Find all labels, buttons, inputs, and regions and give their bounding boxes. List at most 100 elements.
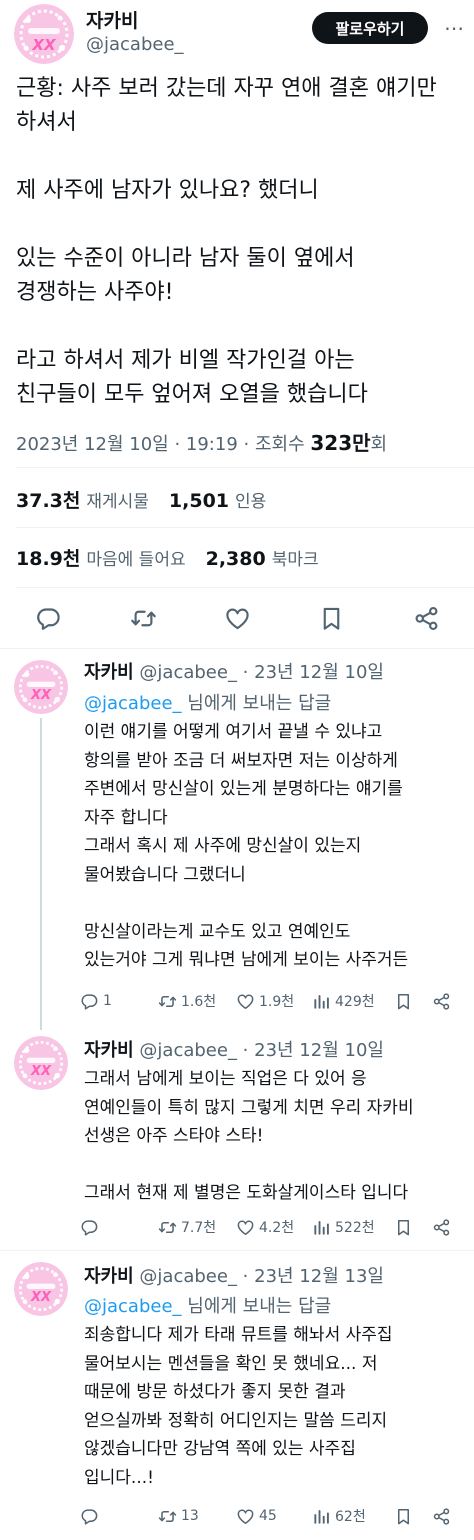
- views-button[interactable]: 522천: [312, 1217, 394, 1237]
- share-icon[interactable]: [432, 1507, 458, 1526]
- views-icon: [312, 1218, 331, 1237]
- bookmarks-label[interactable]: 북마크: [272, 545, 319, 570]
- divider: [16, 467, 474, 468]
- repost-count: 7.7천: [181, 1220, 217, 1236]
- reply-author-name[interactable]: 자카비: [84, 1266, 134, 1287]
- like-button[interactable]: 45: [236, 1507, 312, 1526]
- reply-button[interactable]: 1: [80, 992, 158, 1011]
- repost-icon: [158, 1218, 177, 1237]
- reply-text: 그래서 남에게 보이는 직업은 다 있어 응 연예인들이 특히 많지 그렇게 치…: [84, 1069, 414, 1203]
- views-button[interactable]: 62천: [312, 1506, 394, 1526]
- reply-icon: [80, 992, 99, 1011]
- reply-action-bar: 1 1.6천 1.9천 429천: [80, 988, 466, 1014]
- bookmark-icon[interactable]: [394, 1218, 432, 1237]
- more-options-icon[interactable]: ⋯: [440, 14, 468, 42]
- reply-button[interactable]: [80, 1218, 158, 1237]
- reply-text: 죄송합니다 제가 타래 뮤트를 해놔서 사주집 물어보시는 멘션들을 확인 못 …: [84, 1325, 393, 1488]
- share-icon[interactable]: [408, 600, 444, 636]
- reply-button[interactable]: [80, 1507, 158, 1526]
- views-count: 429천: [335, 994, 375, 1010]
- reply-avatar[interactable]: XX: [14, 660, 68, 714]
- share-icon[interactable]: [432, 992, 458, 1011]
- quotes-count[interactable]: 1,501: [169, 490, 229, 512]
- views-count: 62천: [335, 1509, 366, 1525]
- reply-count: 1: [103, 993, 112, 1009]
- reply-header: 자카비 @jacabee_ · 23년 12월 10일: [84, 1036, 384, 1062]
- views-count: 522천: [335, 1220, 375, 1236]
- repost-count: 1.6천: [181, 994, 217, 1010]
- bookmark-icon[interactable]: [394, 1507, 432, 1526]
- like-icon[interactable]: [219, 600, 255, 636]
- reply-header: 자카비 @jacabee_ · 23년 12월 13일: [84, 1262, 384, 1288]
- tweet-text: 근황: 사주 보러 갔는데 자꾸 연애 결혼 얘기만 하셔서 제 사주에 남자가…: [16, 76, 437, 407]
- reply-meta[interactable]: @jacabee_ · 23년 12월 10일: [139, 662, 384, 683]
- like-icon: [236, 1507, 255, 1526]
- replying-suffix: 님에게 보내는 답글: [181, 693, 332, 714]
- mention-link[interactable]: @jacabee_: [84, 1296, 182, 1317]
- reposts-label[interactable]: 재게시물: [86, 487, 149, 512]
- divider: [0, 1250, 474, 1251]
- views-suffix: 회: [370, 434, 388, 455]
- bookmark-icon[interactable]: [313, 600, 349, 636]
- reply-text: 이런 얘기를 어떻게 여기서 끝낼 수 있냐고 항의를 받아 조금 더 써보자면…: [84, 722, 409, 970]
- stats-row-2: 18.9천 마음에 들어요 2,380 북마크: [16, 544, 339, 571]
- like-icon: [236, 1218, 255, 1237]
- replying-to: @jacabee_ 님에게 보내는 답글: [84, 1292, 331, 1318]
- repost-button[interactable]: 7.7천: [158, 1217, 236, 1237]
- like-count: 4.2천: [259, 1220, 295, 1236]
- author-avatar[interactable]: XX: [14, 4, 74, 64]
- repost-icon: [158, 992, 177, 1011]
- mention-link[interactable]: @jacabee_: [84, 693, 182, 714]
- replying-to: @jacabee_ 님에게 보내는 답글: [84, 689, 331, 715]
- repost-icon[interactable]: [125, 600, 161, 636]
- reply-icon[interactable]: [30, 600, 66, 636]
- bookmark-icon[interactable]: [394, 992, 432, 1011]
- tweet-timestamp: 2023년 12월 10일 · 19:19 · 조회수 323만회: [16, 427, 387, 456]
- views-icon: [312, 1507, 331, 1526]
- views-button[interactable]: 429천: [312, 991, 394, 1011]
- likes-count[interactable]: 18.9천: [16, 544, 80, 571]
- reply-avatar[interactable]: XX: [14, 1036, 68, 1090]
- views-icon: [312, 992, 331, 1011]
- avatar-text: XX: [30, 1064, 52, 1079]
- avatar-text: XX: [32, 36, 56, 54]
- likes-label[interactable]: 마음에 들어요: [86, 545, 185, 570]
- stats-row-1: 37.3천 재게시물 1,501 인용: [16, 486, 286, 513]
- reply-action-bar: 7.7천 4.2천 522천: [80, 1214, 466, 1240]
- like-button[interactable]: 1.9천: [236, 991, 312, 1011]
- avatar-image: [14, 1262, 68, 1316]
- reply-meta[interactable]: @jacabee_ · 23년 12월 10일: [139, 1040, 384, 1061]
- like-count: 45: [259, 1508, 277, 1524]
- reply-avatar[interactable]: XX: [14, 1262, 68, 1316]
- reply-author-name[interactable]: 자카비: [84, 1040, 134, 1061]
- author-name[interactable]: 자카비: [86, 6, 138, 33]
- reply-icon: [80, 1507, 99, 1526]
- like-count: 1.9천: [259, 994, 295, 1010]
- reply-icon: [80, 1218, 99, 1237]
- reply-meta[interactable]: @jacabee_ · 23년 12월 13일: [139, 1266, 384, 1287]
- reposts-count[interactable]: 37.3천: [16, 486, 80, 513]
- like-button[interactable]: 4.2천: [236, 1217, 312, 1237]
- avatar-text: XX: [30, 688, 52, 703]
- avatar-image: [14, 1036, 68, 1090]
- share-icon[interactable]: [432, 1218, 458, 1237]
- author-handle[interactable]: @jacabee_: [86, 34, 184, 55]
- repost-button[interactable]: 13: [158, 1507, 236, 1526]
- reply-author-name[interactable]: 자카비: [84, 662, 134, 683]
- avatar-text: XX: [30, 1290, 52, 1305]
- bookmarks-count[interactable]: 2,380: [206, 548, 266, 570]
- repost-icon: [158, 1507, 177, 1526]
- replying-suffix: 님에게 보내는 답글: [181, 1296, 332, 1317]
- timestamp-text: 2023년 12월 10일 · 19:19 · 조회수: [16, 434, 311, 455]
- follow-button[interactable]: 팔로우하기: [312, 12, 428, 44]
- avatar-image: [14, 4, 74, 64]
- quotes-label[interactable]: 인용: [235, 487, 266, 512]
- like-icon: [236, 992, 255, 1011]
- avatar-image: [14, 660, 68, 714]
- reply-header: 자카비 @jacabee_ · 23년 12월 10일: [84, 658, 384, 684]
- divider: [0, 648, 474, 649]
- reply-action-bar: 13 45 62천: [80, 1503, 466, 1529]
- divider: [16, 527, 474, 528]
- views-count: 323만: [310, 431, 371, 455]
- repost-button[interactable]: 1.6천: [158, 991, 236, 1011]
